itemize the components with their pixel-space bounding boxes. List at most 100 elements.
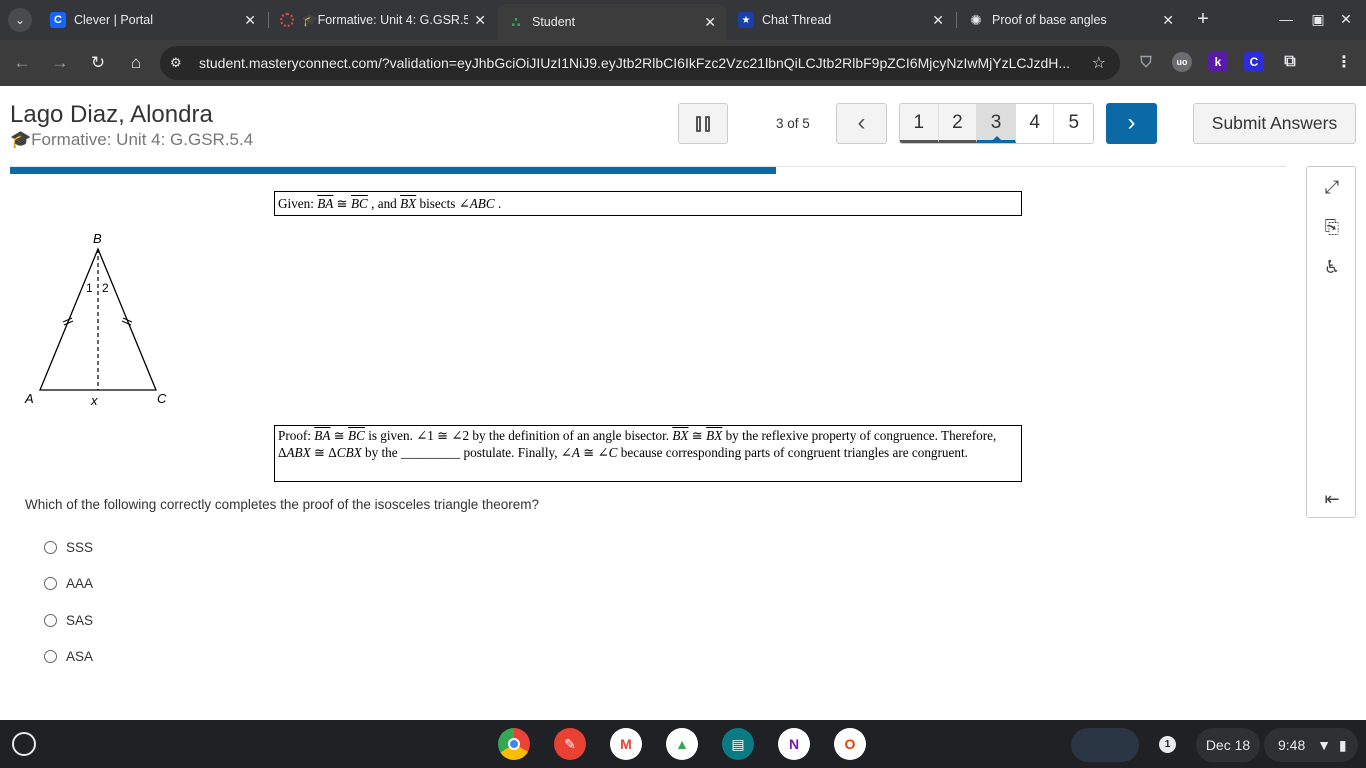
reload-button[interactable]: ↻ xyxy=(86,51,110,75)
tab-title: Chat Thread xyxy=(762,13,832,27)
close-icon[interactable]: ✕ xyxy=(1162,12,1174,29)
shield-extension-icon[interactable]: ⛉ xyxy=(1136,52,1156,72)
question-pager: 1 2 3 4 5 xyxy=(899,103,1094,144)
extensions-puzzle-icon[interactable]: ⧉ xyxy=(1280,52,1300,72)
expand-icon[interactable]: ⤢ xyxy=(1320,175,1344,199)
choice-label[interactable]: SSS xyxy=(66,540,93,555)
notification-count[interactable]: 1 xyxy=(1159,736,1176,753)
angle-1-label: 1 xyxy=(86,281,93,295)
tab-student[interactable]: ∴ Student ✕ xyxy=(498,4,726,40)
tab-divider xyxy=(956,12,957,28)
browser-tab-strip: ⌄ C Clever | Portal ✕ 🎓Formative: Unit 4… xyxy=(0,0,1366,40)
accessibility-icon[interactable]: ♿ xyxy=(1320,255,1344,279)
maximize-button[interactable]: ▣ xyxy=(1306,8,1330,30)
page-button-3[interactable]: 3 xyxy=(977,104,1016,143)
tab-divider xyxy=(268,12,269,28)
point-x-label: x xyxy=(90,393,98,408)
classroom-icon[interactable]: ▤ xyxy=(722,728,754,760)
tab-title: Proof of base angles xyxy=(992,13,1107,27)
progress-fill xyxy=(10,167,776,174)
chevron-left-icon: ‹ xyxy=(857,109,866,136)
bookmark-star-icon[interactable]: ☆ xyxy=(1092,53,1106,73)
close-icon[interactable]: ✕ xyxy=(704,14,716,31)
radio-button[interactable] xyxy=(44,649,57,663)
tab-chat-thread[interactable]: ★ Chat Thread ✕ xyxy=(728,4,954,36)
clever-icon: C xyxy=(50,12,66,28)
radio-button[interactable] xyxy=(44,540,57,554)
choice-sss[interactable]: SSS xyxy=(44,537,93,557)
tab-clever-portal[interactable]: C Clever | Portal ✕ xyxy=(40,4,266,36)
question-prompt: Which of the following correctly complet… xyxy=(25,497,540,512)
ublock-icon[interactable]: uo xyxy=(1172,52,1192,72)
close-icon[interactable]: ✕ xyxy=(244,12,256,29)
page-button-2[interactable]: 2 xyxy=(938,104,978,143)
submit-answers-button[interactable]: Submit Answers xyxy=(1193,103,1356,144)
site-info-icon[interactable]: ⚙ xyxy=(170,55,190,71)
onenote-icon[interactable]: N xyxy=(778,728,810,760)
close-icon[interactable]: ✕ xyxy=(932,12,944,29)
tick-mark xyxy=(62,317,73,323)
close-window-button[interactable]: ✕ xyxy=(1334,8,1358,30)
previous-question-button[interactable]: ‹ xyxy=(836,103,887,144)
page-button-5[interactable]: 5 xyxy=(1054,104,1093,143)
isosceles-triangle-figure: B A C x 1 2 xyxy=(24,231,167,408)
chrome-icon[interactable] xyxy=(498,728,530,760)
new-tab-button[interactable]: + xyxy=(1192,8,1214,30)
page-button-4[interactable]: 4 xyxy=(1015,104,1055,143)
battery-icon: ▮ xyxy=(1338,737,1347,753)
openai-icon: ✺ xyxy=(970,11,982,28)
google-drive-icon[interactable]: ▲ xyxy=(666,728,698,760)
vertex-b-label: B xyxy=(93,231,102,246)
more-menu-icon[interactable]: ⋮ xyxy=(1334,52,1354,72)
student-name: Lago Diaz, Alondra xyxy=(10,101,213,128)
minimize-button[interactable]: — xyxy=(1274,8,1298,30)
status-tray[interactable]: 9:48 ▼ ▮ xyxy=(1264,728,1358,762)
wifi-icon: ▼ xyxy=(1317,737,1331,753)
forward-button[interactable]: → xyxy=(48,51,72,75)
office-icon[interactable]: O xyxy=(834,728,866,760)
tote-pill[interactable] xyxy=(1071,728,1139,762)
back-button[interactable]: ← xyxy=(10,51,34,75)
collapse-panel-icon[interactable]: ⇤ xyxy=(1320,487,1344,511)
magnifier-icon[interactable]: ⎘ xyxy=(1320,215,1344,239)
launcher-icon[interactable] xyxy=(12,732,36,756)
choice-aaa[interactable]: AAA xyxy=(44,573,93,593)
question-counter: 3 of 5 xyxy=(776,116,810,131)
close-icon[interactable]: ✕ xyxy=(474,12,486,29)
star-icon: ★ xyxy=(738,12,754,28)
tab-proof-of-base-angles[interactable]: ✺ Proof of base angles ✕ xyxy=(958,4,1184,36)
choice-asa[interactable]: ASA xyxy=(44,646,93,666)
address-bar[interactable]: ⚙ student.masteryconnect.com/?validation… xyxy=(160,46,1120,80)
progress-bar xyxy=(10,166,1286,174)
radio-button[interactable] xyxy=(44,613,57,627)
tab-title: Student xyxy=(532,15,576,29)
vertex-c-label: C xyxy=(157,391,167,406)
home-button[interactable]: ⌂ xyxy=(124,51,148,75)
radio-button[interactable] xyxy=(44,576,57,590)
gmail-icon[interactable]: M xyxy=(610,728,642,760)
canvas-paint-icon[interactable]: ✎ xyxy=(554,728,586,760)
url-text[interactable]: student.masteryconnect.com/?validation=e… xyxy=(199,55,1079,71)
choice-label[interactable]: ASA xyxy=(66,649,93,664)
kami-extension-icon[interactable]: k xyxy=(1208,52,1228,72)
pause-icon xyxy=(696,115,701,132)
tab-formative[interactable]: 🎓Formative: Unit 4: G.GSR.5 ✕ xyxy=(270,4,496,36)
next-question-button[interactable]: › xyxy=(1106,103,1157,144)
tick-mark xyxy=(121,320,132,326)
choice-sas[interactable]: SAS xyxy=(44,610,93,630)
vertex-a-label: A xyxy=(24,391,34,406)
loading-spinner-icon xyxy=(280,13,294,27)
os-shelf: ✎ M ▲ ▤ N O 1 Dec 18 9:48 ▼ ▮ xyxy=(0,720,1366,768)
pause-button[interactable] xyxy=(678,103,728,144)
choice-label[interactable]: SAS xyxy=(66,613,93,628)
clever-extension-icon[interactable]: C xyxy=(1244,52,1264,72)
assessment-title: 🎓Formative: Unit 4: G.GSR.5.4 xyxy=(10,130,254,149)
time-display: 9:48 xyxy=(1278,737,1306,753)
tab-search-button[interactable]: ⌄ xyxy=(8,8,32,32)
angle-2-label: 2 xyxy=(102,281,109,295)
tab-title: Clever | Portal xyxy=(74,13,153,27)
browser-toolbar: ← → ↻ ⌂ ⚙ student.masteryconnect.com/?va… xyxy=(0,40,1366,86)
page-button-1[interactable]: 1 xyxy=(900,104,939,143)
date-display[interactable]: Dec 18 xyxy=(1196,728,1260,762)
choice-label[interactable]: AAA xyxy=(66,576,93,591)
